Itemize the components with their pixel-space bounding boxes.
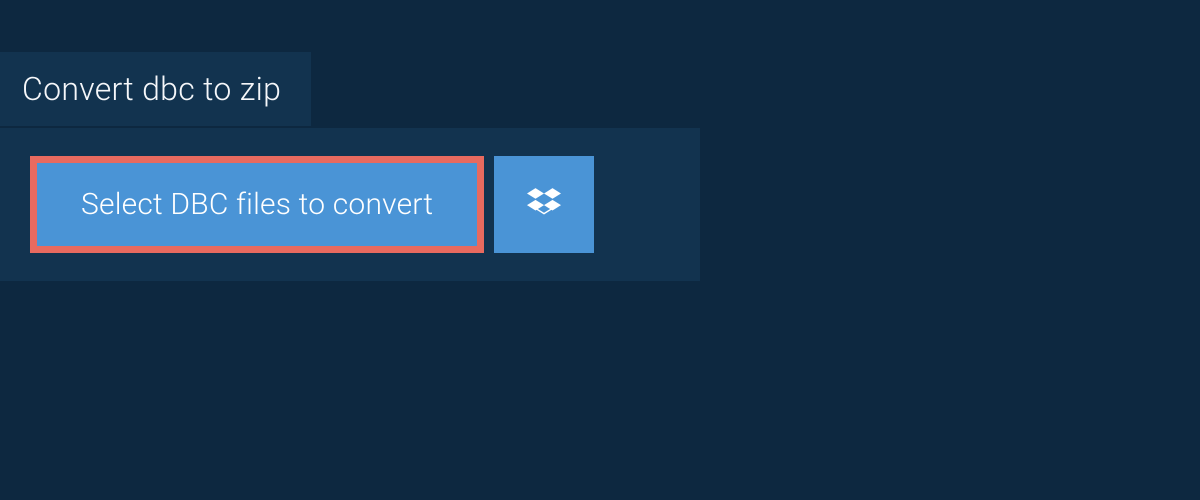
select-files-button[interactable]: Select DBC files to convert [30, 156, 484, 253]
dropbox-button[interactable] [494, 156, 594, 253]
upload-panel: Select DBC files to convert [0, 128, 700, 281]
select-files-label: Select DBC files to convert [81, 187, 433, 222]
tab-header: Convert dbc to zip [0, 52, 311, 126]
dropbox-icon [527, 188, 561, 222]
tab-convert[interactable]: Convert dbc to zip [0, 52, 311, 126]
tab-label: Convert dbc to zip [22, 70, 281, 108]
